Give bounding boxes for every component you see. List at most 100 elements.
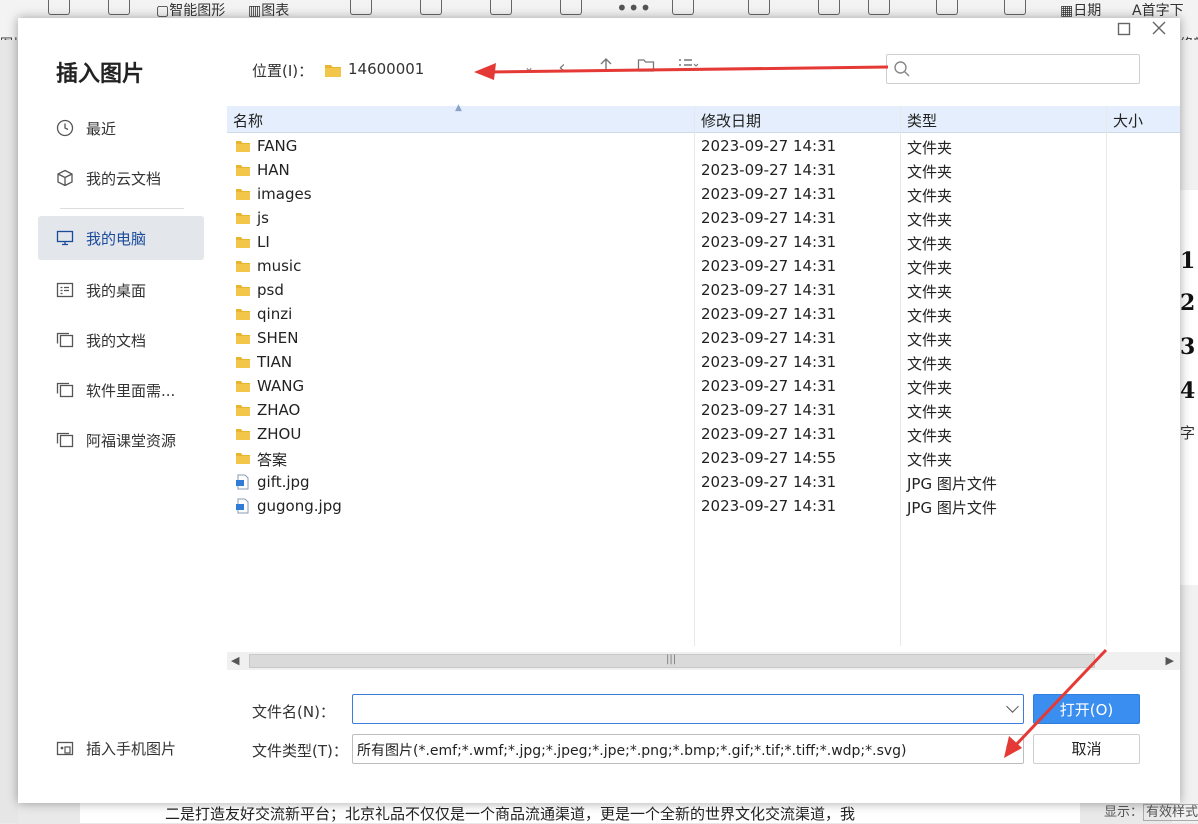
shape-edit-icon[interactable] [420, 0, 442, 15]
doc-char: 字 [1180, 424, 1196, 442]
file-row[interactable]: music 2023-09-27 14:31 文件夹 [227, 254, 1180, 278]
file-type: 文件夹 [907, 403, 953, 421]
file-modified: 2023-09-27 14:31 [701, 161, 837, 179]
sidebar-item-afu-resources[interactable]: 阿福课堂资源 [38, 418, 204, 462]
up-icon[interactable] [594, 56, 618, 80]
list-number-2: 2 [1180, 290, 1196, 316]
desktop-icon [56, 282, 74, 298]
file-row[interactable]: images 2023-09-27 14:31 文件夹 [227, 182, 1180, 206]
file-row[interactable]: ZHAO 2023-09-27 14:31 文件夹 [227, 398, 1180, 422]
cancel-button[interactable]: 取消 [1033, 734, 1140, 764]
sidebar-item-desktop[interactable]: 我的桌面 [38, 268, 204, 312]
display-label: 显示： [1104, 805, 1144, 820]
sidebar-item-cloud-docs[interactable]: 我的云文档 [38, 156, 204, 200]
folder-icon [236, 213, 250, 224]
shape-icon[interactable] [48, 0, 70, 15]
folder-icon [236, 261, 250, 272]
view-menu-icon[interactable] [676, 56, 700, 80]
folder-icon [56, 382, 74, 398]
page-icon[interactable] [748, 0, 770, 15]
column-header-type[interactable]: 类型 [907, 110, 937, 131]
style-display[interactable]: 显示： 有效样式 [1104, 801, 1198, 821]
documents-icon [56, 332, 74, 348]
page-number-icon[interactable] [818, 0, 840, 15]
chevron-down-icon[interactable] [1006, 740, 1019, 753]
file-name: WANG [257, 377, 305, 395]
scroll-left-icon[interactable]: ◀ [231, 654, 239, 667]
file-row[interactable]: HAN 2023-09-27 14:31 文件夹 [227, 158, 1180, 182]
close-icon[interactable] [1148, 20, 1170, 42]
column-header-name[interactable]: 名称 [233, 110, 263, 131]
location-dropdown[interactable]: 14600001 [318, 56, 538, 84]
icons-icon[interactable] [108, 0, 130, 15]
scroll-right-icon[interactable]: ▶ [1166, 654, 1174, 667]
file-row[interactable]: psd 2023-09-27 14:31 文件夹 [227, 278, 1180, 302]
sidebar-item-my-computer[interactable]: 我的电脑 [38, 216, 204, 260]
sidebar-item-software-folder[interactable]: 软件里面需... [38, 368, 204, 412]
wordart-icon[interactable] [1004, 0, 1026, 15]
folder-icon [236, 237, 250, 248]
file-modified: 2023-09-27 14:31 [701, 377, 837, 395]
file-type: 文件夹 [907, 307, 953, 325]
file-type: 文件夹 [907, 259, 953, 277]
filetype-label: 文件类型(T)： [252, 742, 348, 760]
folder-icon [56, 432, 74, 448]
file-modified: 2023-09-27 14:31 [701, 401, 837, 419]
maximize-icon[interactable] [1113, 20, 1135, 42]
textbox-icon[interactable] [936, 0, 958, 15]
filename-input[interactable] [352, 694, 1024, 724]
scrollbar-thumb[interactable]: ||| [249, 654, 1095, 668]
sidebar-item-documents[interactable]: 我的文档 [38, 318, 204, 362]
file-row[interactable]: FANG 2023-09-27 14:31 文件夹 [227, 134, 1180, 158]
file-name: ZHOU [257, 425, 302, 443]
date-button[interactable]: ▦日期 [1060, 0, 1101, 20]
file-name: gugong.jpg [257, 497, 342, 515]
file-row[interactable]: SHEN 2023-09-27 14:31 文件夹 [227, 326, 1180, 350]
file-modified: 2023-09-27 14:31 [701, 257, 837, 275]
back-icon[interactable]: ‹ [550, 56, 574, 80]
comment-icon[interactable] [672, 0, 694, 15]
file-row[interactable]: LI 2023-09-27 14:31 文件夹 [227, 230, 1180, 254]
barcode-icon[interactable] [560, 0, 582, 15]
file-row[interactable]: gugong.jpg 2023-09-27 14:31 JPG 图片文件 [227, 494, 1180, 518]
watermark-icon[interactable] [868, 0, 890, 15]
sidebar-item-label: 我的文档 [86, 332, 147, 350]
file-modified: 2023-09-27 14:31 [701, 281, 837, 299]
location-chevron-icon[interactable]: ⌄ [524, 60, 534, 74]
first-char-button[interactable]: A首字下 [1132, 0, 1184, 20]
horizontal-scrollbar[interactable]: ◀ ||| ▶ [227, 652, 1180, 670]
file-row[interactable]: ZHOU 2023-09-27 14:31 文件夹 [227, 422, 1180, 446]
chevron-down-icon[interactable] [1006, 700, 1019, 713]
file-row[interactable]: 答案 2023-09-27 14:55 文件夹 [227, 446, 1180, 470]
search-input[interactable] [886, 54, 1140, 84]
filetype-select[interactable]: 所有图片(*.emf;*.wmf;*.jpg;*.jpeg;*.jpe;*.pn… [352, 734, 1024, 764]
insert-phone-picture-button[interactable]: 插入手机图片 [38, 726, 204, 770]
file-row[interactable]: WANG 2023-09-27 14:31 文件夹 [227, 374, 1180, 398]
folder-icon [236, 381, 250, 392]
folder-icon [236, 165, 250, 176]
file-row[interactable]: gift.jpg 2023-09-27 14:31 JPG 图片文件 [227, 470, 1180, 494]
chart-button[interactable]: ▥图表 [248, 0, 289, 20]
column-header-modified[interactable]: 修改日期 [701, 110, 761, 131]
file-type: 文件夹 [907, 163, 953, 181]
file-modified: 2023-09-27 14:31 [701, 137, 837, 155]
smart-shape-button[interactable]: ▢智能图形 [156, 0, 225, 20]
file-type: 文件夹 [907, 355, 953, 373]
folder-icon [236, 333, 250, 344]
new-folder-icon[interactable] [634, 56, 658, 80]
file-row[interactable]: js 2023-09-27 14:31 文件夹 [227, 206, 1180, 230]
flowchart-icon[interactable] [490, 0, 512, 15]
file-type: 文件夹 [907, 331, 953, 349]
more-icon[interactable]: ••• [616, 0, 651, 20]
screenshot-icon[interactable] [350, 0, 372, 15]
file-row[interactable]: TIAN 2023-09-27 14:31 文件夹 [227, 350, 1180, 374]
column-header-size[interactable]: 大小 [1113, 110, 1143, 131]
folder-icon [236, 189, 250, 200]
file-name: gift.jpg [257, 473, 310, 491]
sidebar-item-recent[interactable]: 最近 [38, 106, 204, 150]
sidebar-item-label: 我的云文档 [86, 170, 162, 188]
grip-icon: ||| [666, 654, 677, 665]
location-label: 位置(I)： [252, 62, 314, 80]
file-row[interactable]: qinzi 2023-09-27 14:31 文件夹 [227, 302, 1180, 326]
open-button[interactable]: 打开(O) [1033, 694, 1140, 724]
